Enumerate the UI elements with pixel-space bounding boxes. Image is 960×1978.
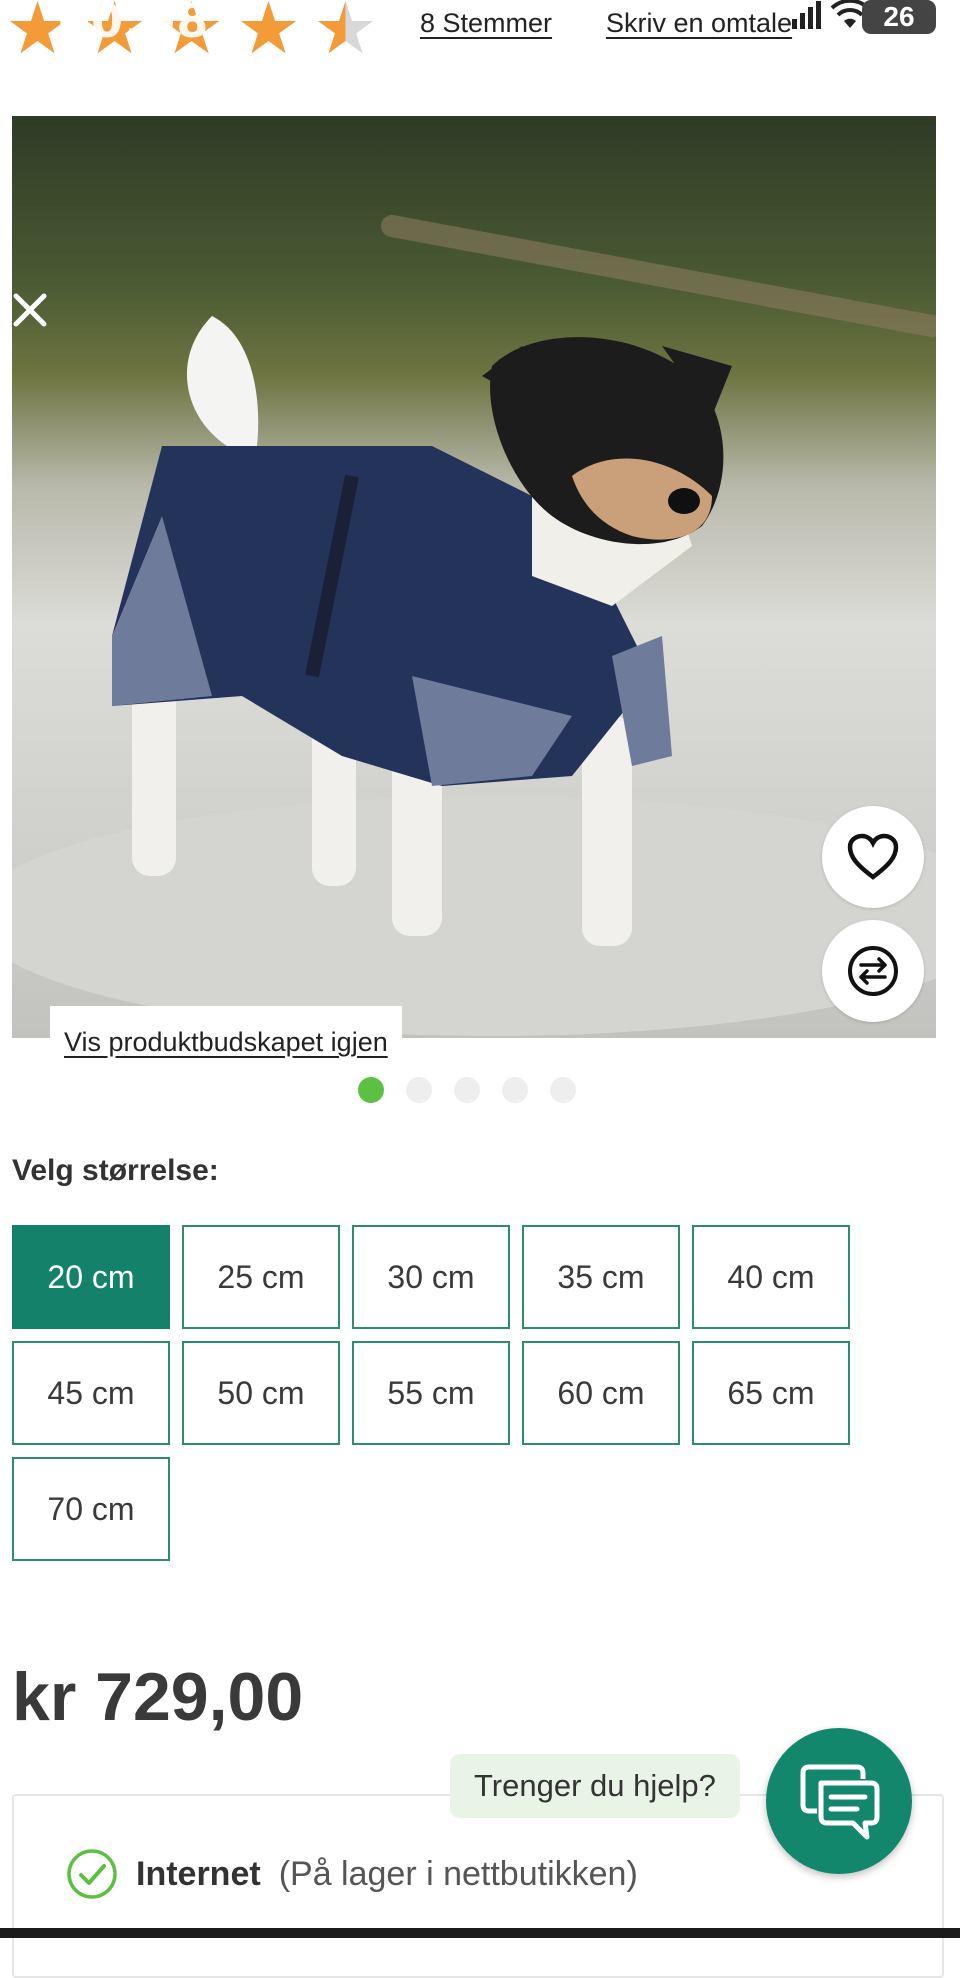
battery-indicator: 26 <box>862 0 936 34</box>
size-option-selected[interactable]: 20 cm <box>12 1225 170 1329</box>
pagination-dot[interactable] <box>550 1077 576 1103</box>
favorite-button[interactable] <box>822 806 924 908</box>
size-option[interactable]: 70 cm <box>12 1457 170 1561</box>
pagination-dot[interactable] <box>406 1077 432 1103</box>
product-image[interactable] <box>12 116 936 1038</box>
size-option[interactable]: 40 cm <box>692 1225 850 1329</box>
status-time: 00:08 <box>58 0 210 48</box>
close-icon[interactable] <box>12 292 52 332</box>
size-option[interactable]: 30 cm <box>352 1225 510 1329</box>
votes-link[interactable]: 8 Stemmer <box>420 8 552 39</box>
size-option[interactable]: 55 cm <box>352 1341 510 1445</box>
product-price: kr 729,00 <box>12 1659 304 1735</box>
compare-button[interactable] <box>822 920 924 1022</box>
status-icons <box>792 0 870 30</box>
size-option[interactable]: 35 cm <box>522 1225 680 1329</box>
size-option[interactable]: 45 cm <box>12 1341 170 1445</box>
signal-icon <box>792 1 821 29</box>
star-icon: ★ <box>236 0 301 70</box>
size-label: Velg størrelse: <box>12 1154 219 1187</box>
stock-row: Internet (På lager i nettbutikken) <box>66 1848 638 1900</box>
size-option[interactable]: 25 cm <box>182 1225 340 1329</box>
bottom-edge <box>0 1928 960 1938</box>
stock-channel: Internet <box>136 1854 261 1893</box>
dog-coat-photo <box>12 215 936 1036</box>
gallery-pagination <box>358 1077 576 1103</box>
compare-arrows-icon <box>848 946 898 996</box>
heart-icon <box>847 833 899 880</box>
pagination-dot-active[interactable] <box>358 1077 384 1103</box>
size-option[interactable]: 65 cm <box>692 1341 850 1445</box>
write-review-link[interactable]: Skriv en omtale <box>606 8 792 39</box>
help-bubble[interactable]: Trenger du hjelp? <box>450 1754 740 1818</box>
show-product-message-link[interactable]: Vis produktbudskapet igjen <box>50 1006 402 1066</box>
check-circle-icon <box>67 1849 117 1899</box>
size-option[interactable]: 60 cm <box>522 1341 680 1445</box>
half-star-icon: ★ <box>308 0 383 64</box>
chat-button[interactable] <box>766 1728 912 1874</box>
pagination-dot[interactable] <box>454 1077 480 1103</box>
chat-bubbles-icon <box>800 1764 880 1840</box>
stock-detail: (På lager i nettbutikken) <box>278 1854 638 1893</box>
pagination-dot[interactable] <box>502 1077 528 1103</box>
size-option[interactable]: 50 cm <box>182 1341 340 1445</box>
size-options: 20 cm 25 cm 30 cm 35 cm 40 cm 45 cm 50 c… <box>12 1225 872 1561</box>
